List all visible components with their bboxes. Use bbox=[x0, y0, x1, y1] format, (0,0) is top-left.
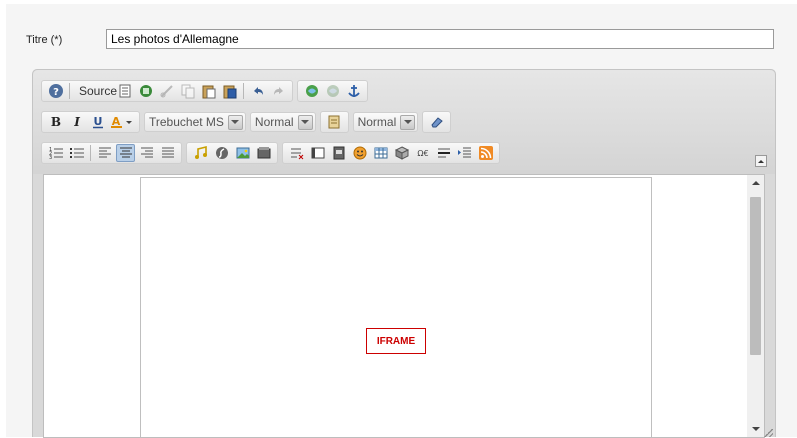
font-family-value: Trebuchet MS bbox=[149, 115, 224, 129]
toolbar-separator bbox=[90, 145, 91, 161]
help-icon[interactable]: ? bbox=[46, 82, 65, 100]
object-icon[interactable] bbox=[392, 144, 411, 162]
chevron-down-icon bbox=[400, 114, 416, 130]
redo-icon[interactable] bbox=[269, 82, 288, 100]
video-icon[interactable] bbox=[254, 144, 273, 162]
align-right-icon[interactable] bbox=[137, 144, 156, 162]
toolbar-group-links bbox=[297, 80, 369, 102]
copy-icon[interactable] bbox=[178, 82, 197, 100]
paste-icon[interactable] bbox=[199, 82, 218, 100]
image-icon[interactable] bbox=[233, 144, 252, 162]
align-center-icon[interactable] bbox=[116, 144, 135, 162]
numbered-list-icon[interactable]: 123 bbox=[46, 144, 65, 162]
source-label: Source bbox=[79, 84, 118, 98]
source-icon bbox=[119, 84, 131, 98]
rss-icon[interactable] bbox=[476, 144, 495, 162]
paste-word-icon[interactable] bbox=[220, 82, 239, 100]
svg-text:3: 3 bbox=[49, 155, 52, 161]
frame-icon[interactable] bbox=[308, 144, 327, 162]
toolbar-separator bbox=[69, 83, 70, 99]
vertical-scrollbar[interactable] bbox=[747, 175, 764, 437]
toolbar-group-media bbox=[186, 142, 278, 164]
scroll-down-arrow-icon[interactable] bbox=[747, 421, 764, 437]
underline-button[interactable]: U bbox=[88, 113, 107, 131]
toolbar-group-basic-style: B I U A bbox=[41, 111, 140, 133]
resize-grip-icon[interactable] bbox=[763, 429, 773, 437]
toolbar-row-2: B I U A Trebuchet MS Normal Normal bbox=[41, 111, 455, 133]
svg-text:?: ? bbox=[53, 87, 59, 98]
title-label: Titre (*) bbox=[26, 34, 63, 46]
table-icon[interactable] bbox=[371, 144, 390, 162]
show-blocks-icon[interactable] bbox=[136, 82, 155, 100]
format-select[interactable]: Normal bbox=[352, 112, 419, 132]
unlink-icon[interactable] bbox=[323, 82, 342, 100]
toolbar-group-lists-align: 123 bbox=[41, 142, 182, 164]
title-input[interactable] bbox=[106, 29, 774, 49]
svg-text:I: I bbox=[73, 115, 80, 129]
paste-text-icon[interactable] bbox=[325, 113, 344, 131]
scrollbar-thumb[interactable] bbox=[750, 197, 761, 355]
toolbar-separator bbox=[243, 83, 245, 99]
toolbar-row-3: 123 Ω€ bbox=[41, 142, 504, 164]
cut-icon[interactable] bbox=[157, 82, 176, 100]
undo-icon[interactable] bbox=[248, 82, 267, 100]
scroll-up-arrow-icon[interactable] bbox=[747, 175, 764, 191]
svg-text:B: B bbox=[50, 115, 60, 129]
audio-icon[interactable] bbox=[191, 144, 210, 162]
toolbar-group-page bbox=[319, 111, 349, 133]
font-size-value: Normal bbox=[254, 115, 294, 129]
anchor-icon[interactable] bbox=[344, 82, 363, 100]
flash-icon[interactable] bbox=[212, 144, 231, 162]
checklist-icon[interactable] bbox=[287, 144, 306, 162]
collapse-toolbar-button[interactable] bbox=[755, 155, 767, 167]
iframe-placeholder-label: IFRAME bbox=[366, 328, 426, 354]
text-color-button[interactable]: A bbox=[109, 113, 135, 131]
bold-button[interactable]: B bbox=[46, 113, 65, 131]
source-button[interactable]: Source bbox=[74, 82, 134, 100]
font-family-select[interactable]: Trebuchet MS bbox=[144, 112, 246, 132]
toolbar-group-help: ? Source bbox=[41, 80, 294, 102]
editor-content-area[interactable]: IFRAME bbox=[43, 174, 765, 438]
bulleted-list-icon[interactable] bbox=[67, 144, 86, 162]
font-size-select[interactable]: Normal bbox=[249, 112, 316, 132]
special-char-icon[interactable]: Ω€ bbox=[413, 144, 432, 162]
align-left-icon[interactable] bbox=[95, 144, 114, 162]
svg-text:U: U bbox=[93, 115, 102, 128]
editor-toolbar: ? Source B I U A Trebuchet MS Normal Nor… bbox=[33, 70, 775, 174]
align-justify-icon[interactable] bbox=[158, 144, 177, 162]
chevron-down-icon bbox=[227, 114, 243, 130]
chevron-down-icon bbox=[297, 114, 313, 130]
rich-text-editor: ? Source B I U A Trebuchet MS Normal Nor… bbox=[32, 69, 776, 438]
toolbar-group-insert: Ω€ bbox=[282, 142, 500, 164]
italic-button[interactable]: I bbox=[67, 113, 86, 131]
toolbar-row-1: ? Source bbox=[41, 80, 372, 102]
svg-text:Ω€: Ω€ bbox=[417, 149, 428, 158]
iframe-placeholder-frame[interactable]: IFRAME bbox=[140, 177, 652, 437]
hr-icon[interactable] bbox=[434, 144, 453, 162]
eraser-icon[interactable] bbox=[427, 113, 446, 131]
indent-icon[interactable] bbox=[455, 144, 474, 162]
smiley-icon[interactable] bbox=[350, 144, 369, 162]
link-icon[interactable] bbox=[302, 82, 321, 100]
template-icon[interactable] bbox=[329, 144, 348, 162]
format-value: Normal bbox=[357, 115, 397, 129]
toolbar-group-eraser bbox=[422, 111, 452, 133]
